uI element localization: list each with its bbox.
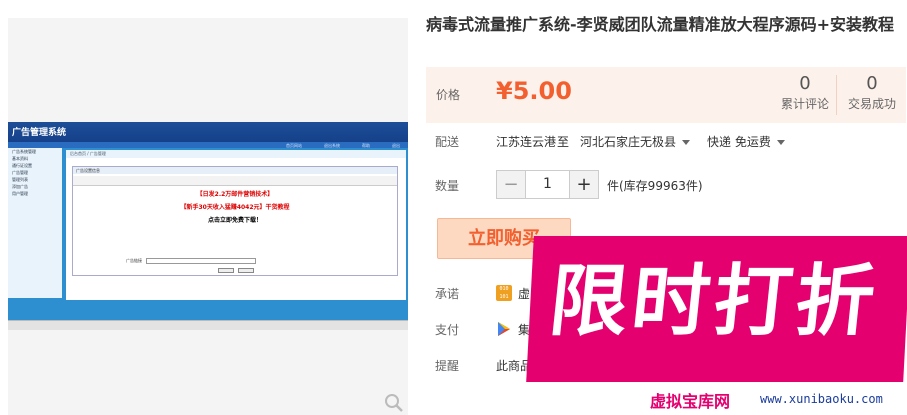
virtual-goods-icon: 010 101 bbox=[496, 285, 512, 301]
review-count[interactable]: 0 累计评论 bbox=[778, 73, 832, 112]
chevron-down-icon bbox=[776, 140, 785, 145]
promo-headline: 限时打折 bbox=[545, 257, 883, 347]
shipping-method[interactable]: 快递 免运费 bbox=[707, 133, 785, 150]
promo-site-name: 虚拟宝库网 bbox=[650, 392, 731, 411]
product-screenshot: 广告管理系统 首页网站 退出系统 帮助 退出 广告系统管理 基本资料 通行证设置… bbox=[8, 122, 408, 330]
price-value: ¥5.00 bbox=[496, 77, 572, 105]
stock-text: 件(库存99963件) bbox=[607, 179, 703, 193]
shipping-destination[interactable]: 河北石家庄无极县 bbox=[580, 133, 691, 150]
screenshot-sidebar: 广告系统管理 基本资料 通行证设置 广告管理 管理列表 添加广告 用户管理 bbox=[8, 148, 64, 298]
product-gallery: 广告管理系统 首页网站 退出系统 帮助 退出 广告系统管理 基本资料 通行证设置… bbox=[8, 18, 408, 415]
shipping-to-word: 至 bbox=[557, 135, 570, 149]
screenshot-main: 后台首页 / 广告管理 广告设置信息 【日发2.2万邮件营销技术】 【新手30天… bbox=[66, 150, 406, 300]
reminder-label: 提醒 bbox=[435, 359, 460, 373]
quantity-label: 数量 bbox=[435, 179, 460, 193]
quantity-input[interactable]: 1 bbox=[525, 171, 570, 198]
shipping-label: 配送 bbox=[435, 135, 460, 149]
payment-icon bbox=[498, 322, 510, 336]
price-box: 价格 ¥5.00 0 累计评论 0 交易成功 bbox=[426, 67, 906, 123]
promise-text: 虚 bbox=[518, 287, 531, 301]
screenshot-nav-links: 首页网站 退出系统 帮助 退出 bbox=[286, 143, 400, 148]
price-label: 价格 bbox=[436, 88, 461, 102]
product-title: 病毒式流量推广系统-李贤威团队流量精准放大程序源码+安装教程 bbox=[426, 15, 895, 34]
sales-count[interactable]: 0 交易成功 bbox=[844, 73, 900, 112]
limited-time-discount-banner: 限时打折 虚拟宝库网 www.xunibaoku.com bbox=[526, 236, 907, 415]
zoom-icon[interactable] bbox=[384, 393, 404, 413]
quantity-stepper: − 1 + bbox=[496, 170, 599, 199]
promo-url: www.xunibaoku.com bbox=[760, 392, 883, 406]
quantity-minus-button[interactable]: − bbox=[497, 171, 525, 198]
quantity-plus-button[interactable]: + bbox=[570, 171, 598, 198]
chevron-down-icon bbox=[682, 140, 691, 145]
shipping-from: 江苏连云港 bbox=[496, 135, 557, 149]
screenshot-app-title: 广告管理系统 bbox=[12, 128, 67, 138]
screenshot-statusbar bbox=[8, 320, 408, 330]
promise-label: 承诺 bbox=[435, 287, 460, 301]
payment-label: 支付 bbox=[435, 323, 460, 337]
screenshot-editor-toolbar bbox=[73, 176, 397, 186]
